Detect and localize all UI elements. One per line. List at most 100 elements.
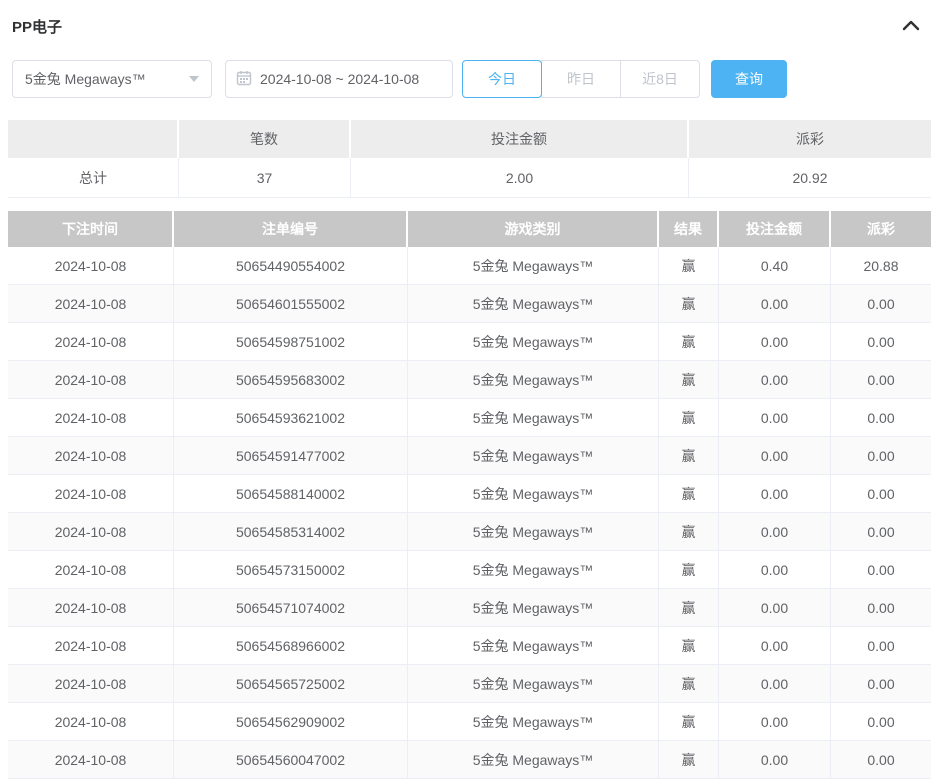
table-row: 2024-10-08 50654595683002 5金兔 Megaways™ …: [8, 361, 931, 399]
date-range-input[interactable]: 2024-10-08 ~ 2024-10-08: [225, 60, 453, 98]
records-header-row: 下注时间 注单编号 游戏类别 结果 投注金额 派彩: [8, 211, 931, 247]
caret-down-icon: [189, 76, 199, 82]
cell-result: 赢: [659, 247, 719, 285]
game-select[interactable]: 5金兔 Megaways™: [12, 60, 212, 98]
cell-bet-id: 50654571074002: [174, 589, 408, 627]
cell-bet-amount: 0.00: [719, 285, 831, 323]
search-button[interactable]: 查询: [711, 60, 787, 98]
cell-bet-id: 50654593621002: [174, 399, 408, 437]
cell-bet-time: 2024-10-08: [8, 665, 174, 703]
cell-result: 赢: [659, 475, 719, 513]
cell-bet-amount: 0.00: [719, 589, 831, 627]
summary-header-bet-amount: 投注金额: [351, 120, 689, 158]
table-row: 2024-10-08 50654560047002 5金兔 Megaways™ …: [8, 741, 931, 779]
cell-bet-id: 50654588140002: [174, 475, 408, 513]
cell-game-type: 5金兔 Megaways™: [408, 513, 659, 551]
records-header-bet-amount: 投注金额: [719, 211, 831, 247]
table-row: 2024-10-08 50654598751002 5金兔 Megaways™ …: [8, 323, 931, 361]
chevron-up-icon: [902, 19, 920, 34]
summary-total-count: 37: [179, 158, 351, 198]
cell-bet-amount: 0.40: [719, 247, 831, 285]
cell-bet-amount: 0.00: [719, 475, 831, 513]
table-row: 2024-10-08 50654591477002 5金兔 Megaways™ …: [8, 437, 931, 475]
table-row: 2024-10-08 50654588140002 5金兔 Megaways™ …: [8, 475, 931, 513]
summary-header-row: 笔数 投注金额 派彩: [8, 120, 931, 158]
cell-game-type: 5金兔 Megaways™: [408, 437, 659, 475]
summary-total-label: 总计: [8, 158, 179, 198]
cell-bet-id: 50654562909002: [174, 703, 408, 741]
cell-game-type: 5金兔 Megaways™: [408, 475, 659, 513]
table-row: 2024-10-08 50654568966002 5金兔 Megaways™ …: [8, 627, 931, 665]
cell-bet-amount: 0.00: [719, 361, 831, 399]
table-row: 2024-10-08 50654490554002 5金兔 Megaways™ …: [8, 247, 931, 285]
cell-bet-time: 2024-10-08: [8, 247, 174, 285]
collapse-panel-button[interactable]: [897, 14, 925, 38]
cell-payout: 20.88: [831, 247, 931, 285]
panel-header: PP电子: [0, 0, 939, 38]
cell-payout: 0.00: [831, 551, 931, 589]
cell-bet-id: 50654595683002: [174, 361, 408, 399]
cell-bet-time: 2024-10-08: [8, 475, 174, 513]
calendar-icon: [236, 70, 260, 89]
cell-payout: 0.00: [831, 589, 931, 627]
cell-result: 赢: [659, 285, 719, 323]
summary-total-payout: 20.92: [689, 158, 931, 198]
cell-bet-amount: 0.00: [719, 437, 831, 475]
cell-game-type: 5金兔 Megaways™: [408, 361, 659, 399]
cell-game-type: 5金兔 Megaways™: [408, 665, 659, 703]
summary-total-row: 总计 37 2.00 20.92: [8, 158, 931, 198]
cell-game-type: 5金兔 Megaways™: [408, 323, 659, 361]
cell-bet-amount: 0.00: [719, 399, 831, 437]
date-range-value: 2024-10-08 ~ 2024-10-08: [260, 71, 419, 87]
yesterday-button[interactable]: 昨日: [541, 60, 621, 98]
cell-bet-time: 2024-10-08: [8, 551, 174, 589]
records-header-result: 结果: [659, 211, 719, 247]
cell-result: 赢: [659, 437, 719, 475]
cell-bet-id: 50654560047002: [174, 741, 408, 779]
records-header-game-type: 游戏类别: [408, 211, 659, 247]
table-row: 2024-10-08 50654601555002 5金兔 Megaways™ …: [8, 285, 931, 323]
cell-bet-amount: 0.00: [719, 551, 831, 589]
cell-bet-id: 50654565725002: [174, 665, 408, 703]
cell-result: 赢: [659, 361, 719, 399]
summary-header-count: 笔数: [179, 120, 351, 158]
table-row: 2024-10-08 50654571074002 5金兔 Megaways™ …: [8, 589, 931, 627]
summary-header-payout: 派彩: [689, 120, 931, 158]
records-tbody: 2024-10-08 50654490554002 5金兔 Megaways™ …: [8, 247, 931, 779]
cell-bet-time: 2024-10-08: [8, 627, 174, 665]
cell-game-type: 5金兔 Megaways™: [408, 285, 659, 323]
today-button[interactable]: 今日: [462, 60, 542, 98]
table-row: 2024-10-08 50654593621002 5金兔 Megaways™ …: [8, 399, 931, 437]
cell-payout: 0.00: [831, 323, 931, 361]
cell-bet-amount: 0.00: [719, 513, 831, 551]
game-select-value: 5金兔 Megaways™: [25, 69, 189, 89]
cell-result: 赢: [659, 627, 719, 665]
summary-table: 笔数 投注金额 派彩 总计 37 2.00 20.92: [8, 120, 931, 198]
cell-game-type: 5金兔 Megaways™: [408, 589, 659, 627]
cell-payout: 0.00: [831, 475, 931, 513]
records-header-bet-time: 下注时间: [8, 211, 174, 247]
cell-game-type: 5金兔 Megaways™: [408, 247, 659, 285]
records-header-bet-id: 注单编号: [174, 211, 408, 247]
cell-game-type: 5金兔 Megaways™: [408, 703, 659, 741]
cell-game-type: 5金兔 Megaways™: [408, 551, 659, 589]
cell-payout: 0.00: [831, 437, 931, 475]
cell-result: 赢: [659, 589, 719, 627]
cell-bet-amount: 0.00: [719, 703, 831, 741]
cell-payout: 0.00: [831, 285, 931, 323]
records-table: 下注时间 注单编号 游戏类别 结果 投注金额 派彩 2024-10-08 506…: [8, 211, 931, 779]
cell-bet-time: 2024-10-08: [8, 741, 174, 779]
cell-bet-id: 50654573150002: [174, 551, 408, 589]
table-row: 2024-10-08 50654585314002 5金兔 Megaways™ …: [8, 513, 931, 551]
cell-bet-id: 50654598751002: [174, 323, 408, 361]
cell-payout: 0.00: [831, 399, 931, 437]
cell-result: 赢: [659, 399, 719, 437]
cell-game-type: 5金兔 Megaways™: [408, 399, 659, 437]
last-8-days-button[interactable]: 近8日: [620, 60, 700, 98]
cell-bet-time: 2024-10-08: [8, 361, 174, 399]
quick-date-button-group: 今日 昨日 近8日: [462, 60, 700, 98]
cell-bet-time: 2024-10-08: [8, 285, 174, 323]
cell-bet-amount: 0.00: [719, 323, 831, 361]
cell-bet-amount: 0.00: [719, 665, 831, 703]
cell-bet-id: 50654601555002: [174, 285, 408, 323]
